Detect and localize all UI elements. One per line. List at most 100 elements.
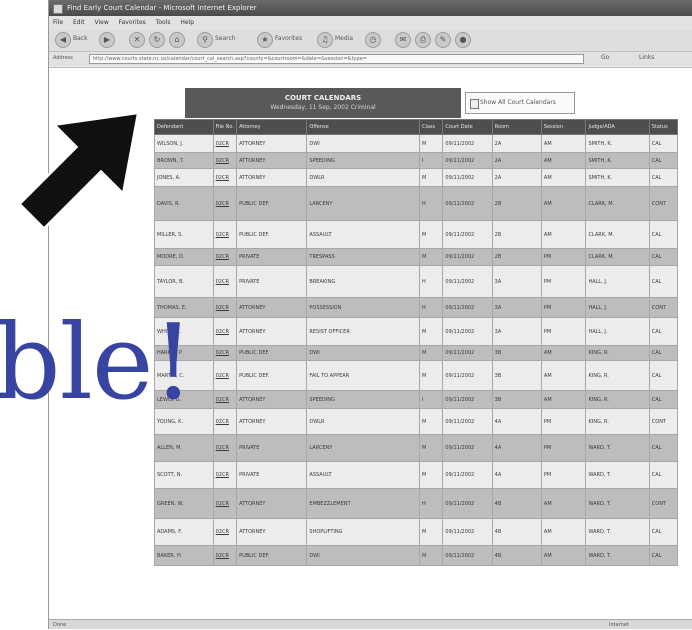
browser-icon bbox=[53, 4, 63, 14]
menu-file[interactable]: File bbox=[49, 16, 67, 29]
go-button[interactable]: Go bbox=[601, 54, 609, 61]
table-row[interactable]: MOORE, D. 02CR PRIVATE TRESPASS M 09/11/2002 2… bbox=[154, 248, 679, 266]
table-cell: MILLER, S. bbox=[154, 220, 214, 249]
table-row[interactable]: BROWN, T. 02CR ATTORNEY SPEEDING I 09/11/2002… bbox=[154, 152, 679, 169]
table-cell[interactable]: 02CR bbox=[212, 186, 238, 221]
col-room[interactable]: Room bbox=[491, 119, 542, 135]
table-row[interactable]: YOUNG, K. 02CR ATTORNEY DWLR M 09/11/2002 4A PM… bbox=[154, 408, 679, 435]
table-row[interactable]: JONES, A. 02CR ATTORNEY DWLR M 09/11/2002 2A AM… bbox=[154, 168, 679, 187]
table-row[interactable]: TAYLOR, B. 02CR PRIVATE BREAKING H 09/11/2002… bbox=[154, 265, 679, 298]
table-row[interactable]: SCOTT, N. 02CR PRIVATE ASSAULT M 09/11/2002 4A… bbox=[154, 461, 679, 489]
show-all-calendars-link[interactable]: Show All Court Calendars bbox=[465, 92, 575, 114]
favorites-label[interactable]: Favorites bbox=[275, 35, 302, 42]
table-cell[interactable]: 02CR bbox=[212, 265, 238, 298]
table-cell[interactable]: 02CR bbox=[212, 488, 238, 519]
table-row[interactable]: WHITE, L. 02CR ATTORNEY RESIST OFFICER M 09/1… bbox=[154, 317, 679, 346]
table-cell: I bbox=[418, 152, 444, 169]
table-cell: WARD, T. bbox=[585, 518, 650, 546]
table-cell: CAL bbox=[648, 390, 679, 409]
table-cell: TRESPASS bbox=[306, 248, 420, 266]
table-cell[interactable]: 02CR bbox=[212, 152, 238, 169]
menu-help[interactable]: Help bbox=[176, 16, 198, 29]
col-judge[interactable]: Judge/ADA bbox=[585, 119, 650, 135]
table-cell: PRIVATE bbox=[236, 248, 308, 266]
table-cell[interactable]: 02CR bbox=[212, 168, 238, 187]
table-cell: CONT bbox=[648, 408, 679, 435]
col-defendant[interactable]: Defendant bbox=[154, 119, 214, 135]
table-row[interactable]: LEWIS, G. 02CR ATTORNEY SPEEDING I 09/11/2002… bbox=[154, 390, 679, 409]
table-cell[interactable]: 02CR bbox=[212, 434, 238, 462]
col-session[interactable]: Session bbox=[540, 119, 587, 135]
table-cell[interactable]: 02CR bbox=[212, 220, 238, 249]
table-row[interactable]: GREEN, W. 02CR ATTORNEY EMBEZZLEMENT H 09/11/… bbox=[154, 488, 679, 519]
table-row[interactable]: DAVIS, R. 02CR PUBLIC DEF. LARCENY H 09/11/20… bbox=[154, 186, 679, 221]
table-cell: GREEN, W. bbox=[154, 488, 214, 519]
table-row[interactable]: WILSON, J. 02CR ATTORNEY DWI M 09/11/2002 2A AM… bbox=[154, 134, 679, 153]
col-offense[interactable]: Offense bbox=[306, 119, 420, 135]
table-cell: H bbox=[418, 186, 444, 221]
table-cell[interactable]: 02CR bbox=[212, 461, 238, 489]
table-row[interactable]: BAKER, H. 02CR PUBLIC DEF. DWI M 09/11/2002 4B… bbox=[154, 545, 679, 566]
favorites-icon[interactable]: ★ bbox=[257, 32, 273, 48]
refresh-icon[interactable]: ↻ bbox=[149, 32, 165, 48]
media-icon[interactable]: ♫ bbox=[317, 32, 333, 48]
show-all-label: Show All Court Calendars bbox=[480, 99, 556, 106]
table-cell: EMBEZZLEMENT bbox=[306, 488, 420, 519]
print-icon[interactable]: ⎙ bbox=[415, 32, 431, 48]
table-cell[interactable]: 02CR bbox=[212, 297, 238, 318]
col-class[interactable]: Class bbox=[418, 119, 444, 135]
menu-edit[interactable]: Edit bbox=[69, 16, 89, 29]
table-cell: BREAKING bbox=[306, 265, 420, 298]
address-input[interactable]: http://www.courts.state.nc.us/calendar/c… bbox=[89, 54, 584, 64]
table-cell: DAVIS, R. bbox=[154, 186, 214, 221]
col-status[interactable]: Status bbox=[648, 119, 679, 135]
table-cell[interactable]: 02CR bbox=[212, 345, 238, 361]
table-cell: SPEEDING bbox=[306, 152, 420, 169]
table-row[interactable]: THOMAS, E. 02CR ATTORNEY POSSESSION H 09/11/2… bbox=[154, 297, 679, 318]
table-cell[interactable]: 02CR bbox=[212, 518, 238, 546]
calendar-banner: COURT CALENDARS Wednesday, 11 Sep, 2002 … bbox=[185, 88, 461, 118]
table-cell: CLARK, M. bbox=[585, 248, 650, 266]
media-label[interactable]: Media bbox=[335, 35, 353, 42]
table-cell: RESIST OFFICER bbox=[306, 317, 420, 346]
menu-favorites[interactable]: Favorites bbox=[115, 16, 150, 29]
search-icon[interactable]: ⚲ bbox=[197, 32, 213, 48]
status-text: Done bbox=[53, 622, 67, 628]
home-icon[interactable]: ⌂ bbox=[169, 32, 185, 48]
table-cell[interactable]: 02CR bbox=[212, 360, 238, 391]
table-cell[interactable]: 02CR bbox=[212, 390, 238, 409]
table-cell[interactable]: 02CR bbox=[212, 317, 238, 346]
table-row[interactable]: MILLER, S. 02CR PUBLIC DEF. ASSAULT M 09/11/2… bbox=[154, 220, 679, 249]
forward-arrow-icon[interactable]: ▶ bbox=[99, 32, 115, 48]
table-row[interactable]: HARRIS, P. 02CR PUBLIC DEF. DWI M 09/11/2002 3… bbox=[154, 345, 679, 361]
back-arrow-icon[interactable]: ◀ bbox=[55, 32, 71, 48]
table-cell: AM bbox=[540, 186, 587, 221]
table-row[interactable]: ADAMS, F. 02CR ATTORNEY SHOPLIFTING M 09/11/2… bbox=[154, 518, 679, 546]
menu-view[interactable]: View bbox=[91, 16, 113, 29]
table-cell[interactable]: 02CR bbox=[212, 248, 238, 266]
table-cell: 3B bbox=[491, 360, 542, 391]
search-label[interactable]: Search bbox=[215, 35, 236, 42]
discuss-icon[interactable]: ● bbox=[455, 32, 471, 48]
table-row[interactable]: MARTIN, C. 02CR PUBLIC DEF. FAIL TO APPEAR M… bbox=[154, 360, 679, 391]
mail-icon[interactable]: ✉ bbox=[395, 32, 411, 48]
table-row[interactable]: ALLEN, M. 02CR PRIVATE LARCENY M 09/11/2002 4A… bbox=[154, 434, 679, 462]
history-icon[interactable]: ◷ bbox=[365, 32, 381, 48]
col-file-no[interactable]: File No. bbox=[212, 119, 238, 135]
table-cell: DWI bbox=[306, 134, 420, 153]
menu-tools[interactable]: Tools bbox=[152, 16, 175, 29]
table-cell: 3A bbox=[491, 265, 542, 298]
stop-icon[interactable]: ✕ bbox=[129, 32, 145, 48]
table-cell: KING, R. bbox=[585, 345, 650, 361]
table-cell[interactable]: 02CR bbox=[212, 134, 238, 153]
table-cell[interactable]: 02CR bbox=[212, 545, 238, 566]
col-court-date[interactable]: Court Date bbox=[442, 119, 493, 135]
links-button[interactable]: Links bbox=[639, 54, 654, 61]
menu-bar: File Edit View Favorites Tools Help bbox=[49, 16, 692, 29]
banner-title: COURT CALENDARS bbox=[284, 94, 362, 102]
back-label[interactable]: Back bbox=[73, 35, 88, 42]
edit-icon[interactable]: ✎ bbox=[435, 32, 451, 48]
col-attorney[interactable]: Attorney bbox=[236, 119, 308, 135]
table-cell: 09/11/2002 bbox=[442, 297, 493, 318]
table-cell[interactable]: 02CR bbox=[212, 408, 238, 435]
